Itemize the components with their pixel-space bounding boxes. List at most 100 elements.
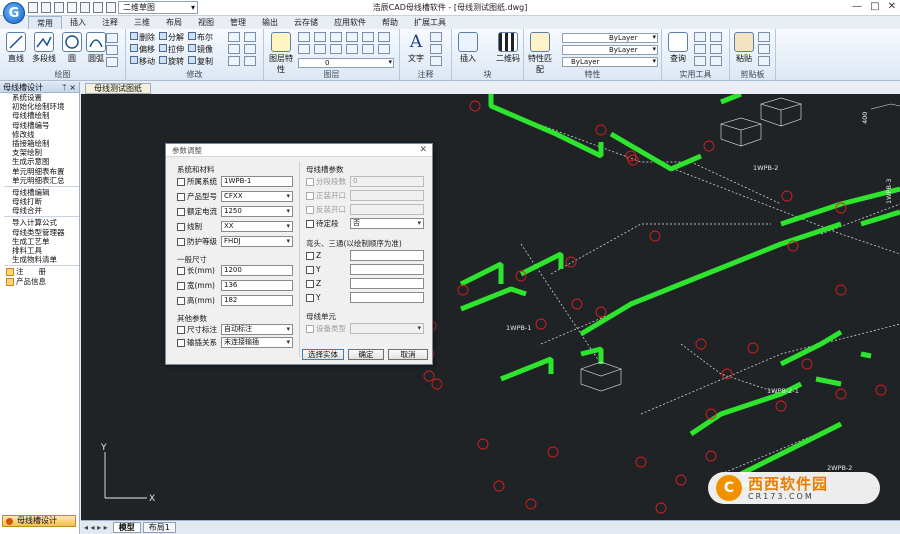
panel-bottom-button[interactable]: 母线槽设计 [2, 515, 76, 527]
layer-tool-icon[interactable] [346, 44, 358, 54]
tab-layout[interactable]: 布局 [158, 16, 190, 29]
mirror-button[interactable]: 镜像 [188, 44, 213, 55]
fillet-icon[interactable] [228, 32, 240, 42]
busbar-field-checkbox[interactable] [306, 219, 314, 228]
busbar-field-select[interactable]: 否 [350, 218, 424, 229]
layer-tool-icon[interactable] [298, 32, 310, 42]
query-button[interactable]: 查询 [666, 32, 690, 64]
panel-command-item[interactable]: 单元明细表汇总 [4, 176, 79, 185]
layer-tool-icon[interactable] [378, 44, 390, 54]
insert-block-button[interactable]: 插入 [456, 32, 480, 64]
layer-select[interactable]: 0 [298, 58, 394, 68]
panel-icon-item[interactable]: 产品信息 [4, 277, 79, 287]
layer-tool-icon[interactable] [314, 32, 326, 42]
panel-command-item[interactable]: 母线槽编辑 [4, 188, 79, 197]
layer-tool-icon[interactable] [362, 32, 374, 42]
table-icon[interactable] [430, 56, 442, 66]
busbar-field-input[interactable] [350, 190, 424, 201]
color-select[interactable]: ByLayer [562, 57, 658, 67]
panel-icon-item[interactable]: 注 册 [4, 267, 79, 277]
system-field-select[interactable]: CFXX [221, 191, 293, 202]
tab-home[interactable]: 常用 [28, 16, 62, 29]
other-field-checkbox[interactable] [177, 325, 185, 334]
hatch-icon[interactable] [106, 57, 118, 67]
document-tab[interactable]: 母线测试图纸 [85, 83, 151, 94]
layer-tool-icon[interactable] [314, 44, 326, 54]
tab-model[interactable]: 模型 [112, 522, 141, 533]
utility-icon[interactable] [710, 56, 722, 66]
boolean-button[interactable]: 布尔 [188, 32, 213, 43]
ok-button[interactable]: 确定 [348, 349, 384, 360]
cancel-button[interactable]: 取消 [388, 349, 428, 360]
system-field-checkbox[interactable] [177, 177, 185, 186]
panel-command-item[interactable]: 导入计算公式 [4, 218, 79, 227]
rotate-button[interactable]: 旋转 [159, 56, 184, 67]
linetype-select[interactable]: ByLayer [562, 33, 658, 43]
qrcode-button[interactable]: 二维码 [494, 32, 522, 64]
panel-command-item[interactable]: 支架绘制 [4, 148, 79, 157]
utility-icon[interactable] [694, 32, 706, 42]
tab-insert[interactable]: 插入 [62, 16, 94, 29]
minimize-button[interactable]: — [852, 1, 862, 12]
layer-tool-icon[interactable] [330, 44, 342, 54]
panel-command-item[interactable]: 生成物料清单 [4, 255, 79, 264]
system-field-input[interactable]: 1WPB-1 [221, 176, 293, 187]
panel-command-item[interactable]: 母线槽绘制 [4, 111, 79, 120]
arc-button[interactable]: 圆弧 [84, 32, 108, 64]
tab-apps[interactable]: 应用软件 [326, 16, 374, 29]
size-field-checkbox[interactable] [177, 281, 185, 290]
panel-command-item[interactable]: 生成示意图 [4, 157, 79, 166]
utility-icon[interactable] [694, 44, 706, 54]
break-icon[interactable] [244, 56, 256, 66]
app-logo-icon[interactable]: G [3, 2, 25, 24]
size-field-checkbox[interactable] [177, 266, 185, 275]
tab-output[interactable]: 输出 [254, 16, 286, 29]
rectangle-icon[interactable] [106, 45, 118, 55]
panel-command-item[interactable]: 插接箱绘制 [4, 139, 79, 148]
panel-pin-close[interactable]: ᛘ × [62, 82, 76, 93]
tab-annotate[interactable]: 注释 [94, 16, 126, 29]
system-field-select[interactable]: FHDJ [221, 236, 293, 247]
panel-command-item[interactable]: 生成工艺单 [4, 237, 79, 246]
busbar-field-input[interactable] [350, 204, 424, 215]
dimension-icon[interactable] [430, 32, 442, 42]
tab-cloud[interactable]: 云存储 [286, 16, 326, 29]
line-button[interactable]: 直线 [4, 32, 28, 64]
offset-button[interactable]: 偏移 [130, 44, 155, 55]
tab-layout1[interactable]: 布局1 [142, 522, 176, 533]
system-field-select[interactable]: 1250 [221, 206, 293, 217]
select-entity-button[interactable]: 选择实体 [302, 349, 344, 360]
tab-3d[interactable]: 三维 [126, 16, 158, 29]
elbow-field-checkbox[interactable] [306, 251, 314, 260]
size-field-input[interactable]: 136 [221, 280, 293, 291]
other-field-checkbox[interactable] [177, 338, 185, 347]
system-field-checkbox[interactable] [177, 237, 185, 246]
utility-icon[interactable] [694, 56, 706, 66]
layout-nav-arrows[interactable]: ◂ ◂ ▸ ▸ [81, 523, 111, 532]
lineweight-select[interactable]: ByLayer [562, 45, 658, 55]
unit-type-select[interactable] [350, 323, 424, 334]
scale-icon[interactable] [228, 56, 240, 66]
move-button[interactable]: 移动 [130, 56, 155, 67]
busbar-field-checkbox[interactable] [306, 205, 314, 214]
size-field-input[interactable]: 182 [221, 295, 293, 306]
array-icon[interactable] [244, 44, 256, 54]
panel-command-item[interactable]: 单元明细表布置 [4, 167, 79, 176]
layer-tool-icon[interactable] [330, 32, 342, 42]
busbar-field-checkbox[interactable] [306, 177, 314, 186]
layer-tool-icon[interactable] [362, 44, 374, 54]
layer-tool-icon[interactable] [298, 44, 310, 54]
system-field-checkbox[interactable] [177, 192, 185, 201]
busbar-field-checkbox[interactable] [306, 191, 314, 200]
tab-manage[interactable]: 管理 [222, 16, 254, 29]
tab-extensions[interactable]: 扩展工具 [406, 16, 454, 29]
elbow-field-input[interactable] [350, 264, 424, 275]
elbow-field-input[interactable] [350, 292, 424, 303]
extend-icon[interactable] [228, 44, 240, 54]
system-field-checkbox[interactable] [177, 222, 185, 231]
size-field-checkbox[interactable] [177, 296, 185, 305]
point-icon[interactable] [106, 33, 118, 43]
elbow-field-checkbox[interactable] [306, 293, 314, 302]
paste-button[interactable]: 粘贴 [732, 32, 756, 64]
copy-clip-icon[interactable] [758, 32, 770, 42]
